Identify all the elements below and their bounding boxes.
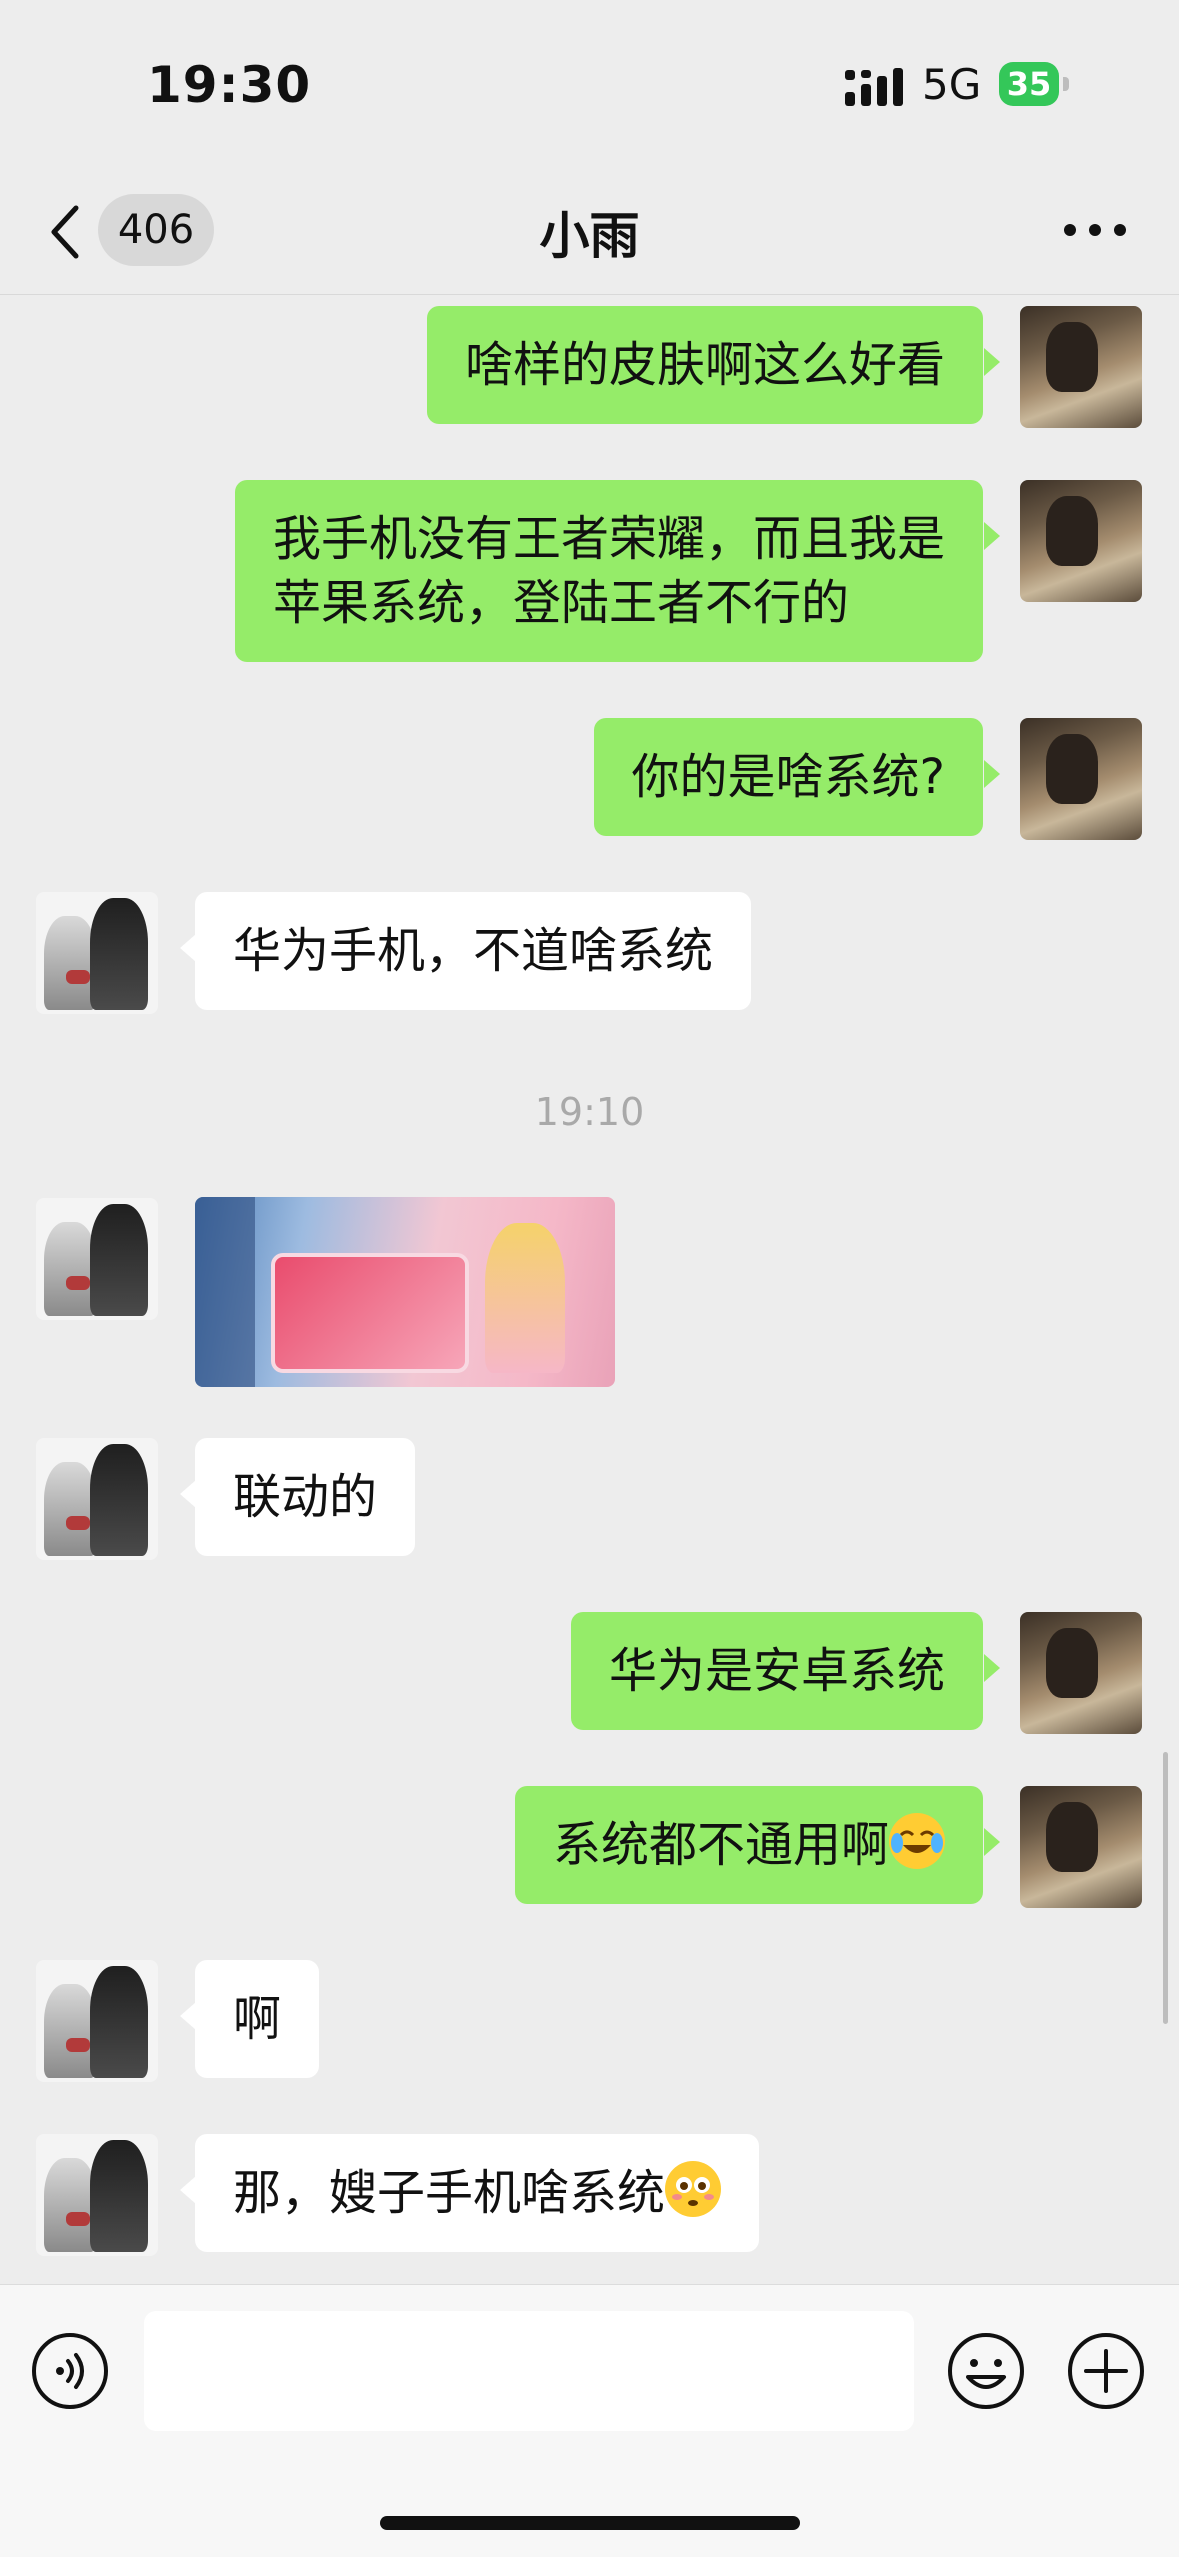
contact-name-title: 小雨 <box>539 207 640 265</box>
message-line: 我手机没有王者荣耀，而且我是 <box>272 511 945 567</box>
battery-level: 35 <box>1006 65 1052 103</box>
message-bubble[interactable]: 华为手机，不道啥系统 <box>195 892 752 1010</box>
timestamp: 19:10 <box>534 1090 645 1134</box>
bubble-tail <box>984 1654 1000 1682</box>
emoji-icon[interactable] <box>946 2331 1026 2411</box>
bubble-tail <box>984 760 1000 788</box>
bubble-tail <box>180 934 196 962</box>
my-avatar[interactable] <box>1020 1612 1142 1734</box>
chat-header: 406 小雨 <box>0 170 1179 295</box>
signal-icon <box>845 68 903 106</box>
message-bubble[interactable]: 系统都不通用啊 <box>514 1786 983 1904</box>
status-time: 19:30 <box>147 56 312 114</box>
my-avatar[interactable] <box>1020 1786 1142 1908</box>
message-text: 那，嫂子手机啥系统 <box>233 2165 666 2221</box>
bubble-tail <box>984 348 1000 376</box>
more-icon[interactable] <box>1062 220 1128 240</box>
message-bubble[interactable]: 我手机没有王者荣耀，而且我是 苹果系统，登陆王者不行的 <box>234 480 983 662</box>
home-indicator[interactable] <box>380 2516 800 2530</box>
voice-icon[interactable] <box>30 2331 110 2411</box>
contact-avatar[interactable] <box>36 1960 158 2082</box>
message-input[interactable] <box>144 2311 914 2431</box>
message-text: 系统都不通用啊 <box>552 1817 889 1873</box>
flushed-emoji <box>665 2161 722 2217</box>
status-bar: 19:30 5G 35 <box>0 0 1179 170</box>
message-bubble[interactable]: 啥样的皮肤啊这么好看 <box>426 306 983 424</box>
bubble-tail <box>984 522 1000 550</box>
contact-avatar[interactable] <box>36 1198 158 1320</box>
image-character <box>485 1223 565 1373</box>
battery-icon: 35 <box>999 62 1059 106</box>
bubble-tail <box>984 1828 1000 1856</box>
my-avatar[interactable] <box>1020 718 1142 840</box>
message-bubble[interactable]: 你的是啥系统? <box>593 718 983 836</box>
message-bubble[interactable]: 华为是安卓系统 <box>570 1612 983 1730</box>
plus-icon[interactable] <box>1066 2331 1146 2411</box>
bubble-tail <box>180 2002 196 2030</box>
network-type: 5G <box>922 60 982 109</box>
message-bubble[interactable]: 那，嫂子手机啥系统 <box>195 2134 760 2252</box>
bubble-tail <box>180 2176 196 2204</box>
bubble-tail <box>180 1480 196 1508</box>
contact-avatar[interactable] <box>36 892 158 1014</box>
message-line: 苹果系统，登陆王者不行的 <box>272 575 849 631</box>
message-bubble[interactable]: 联动的 <box>195 1438 416 1556</box>
contact-avatar[interactable] <box>36 2134 158 2256</box>
my-avatar[interactable] <box>1020 306 1142 428</box>
game-promo-image[interactable] <box>195 1197 615 1387</box>
image-panel <box>271 1253 469 1373</box>
image-sidebar <box>195 1197 255 1387</box>
battery-tip <box>1063 77 1069 91</box>
contact-avatar[interactable] <box>36 1438 158 1560</box>
scrollbar[interactable] <box>1163 1752 1168 2024</box>
crying-laughing-emoji <box>889 1813 945 1869</box>
message-bubble[interactable]: 啊 <box>195 1960 320 2078</box>
my-avatar[interactable] <box>1020 480 1142 602</box>
